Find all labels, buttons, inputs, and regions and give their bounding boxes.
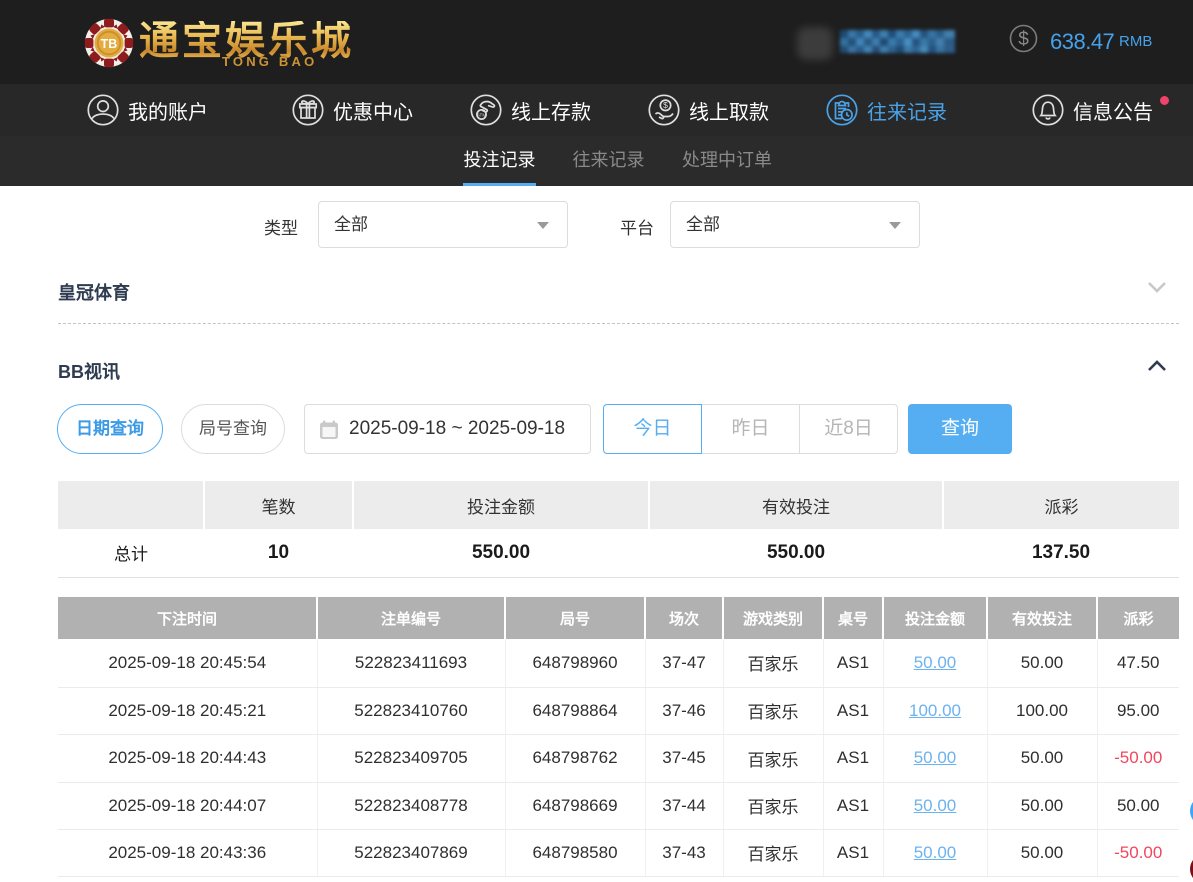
svg-text:TB: TB: [101, 37, 118, 51]
svg-text:ATM: ATM: [477, 113, 487, 118]
svg-text:$: $: [1018, 29, 1029, 50]
svg-text:$: $: [663, 100, 668, 110]
